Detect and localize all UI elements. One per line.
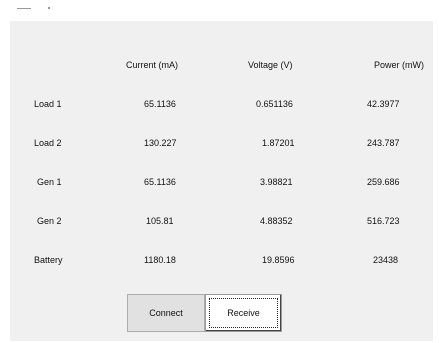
row-label-load-2: Load 2 [34, 138, 62, 148]
current-load-2: 130.227 [144, 138, 177, 148]
header-voltage: Voltage (V) [248, 60, 293, 70]
power-load-1: 42.3977 [367, 99, 400, 109]
title-fragment [17, 6, 59, 12]
voltage-gen-2: 4.88352 [260, 216, 293, 226]
receive-button-label: Receive [227, 308, 260, 318]
current-load-1: 65.1136 [144, 99, 176, 109]
power-gen-1: 259.686 [367, 177, 400, 187]
voltage-load-1: 0.651136 [256, 99, 293, 109]
voltage-load-2: 1.87201 [262, 138, 295, 148]
row-label-gen-1: Gen 1 [37, 177, 62, 187]
row-label-gen-2: Gen 2 [37, 216, 62, 226]
power-gen-2: 516.723 [367, 216, 400, 226]
connect-button-label: Connect [149, 308, 183, 318]
receive-button[interactable]: Receive [205, 294, 282, 332]
current-gen-1: 65.1136 [144, 177, 176, 187]
app-window: Current (mA) Voltage (V) Power (mW) Load… [0, 0, 439, 343]
current-gen-2: 105.81 [146, 216, 174, 226]
readings-panel: Current (mA) Voltage (V) Power (mW) Load… [10, 21, 433, 341]
voltage-battery: 19.8596 [262, 255, 295, 265]
row-label-load-1: Load 1 [34, 99, 62, 109]
header-power: Power (mW) [374, 60, 424, 70]
header-current: Current (mA) [126, 60, 179, 70]
connect-button[interactable]: Connect [127, 294, 205, 332]
power-load-2: 243.787 [367, 138, 400, 148]
current-battery: 1180.18 [144, 255, 176, 265]
power-battery: 23438 [373, 255, 399, 265]
title-dot-mark [48, 7, 50, 9]
voltage-gen-1: 3.98821 [260, 177, 293, 187]
title-dash-mark [17, 8, 31, 9]
row-label-battery: Battery [34, 255, 63, 265]
